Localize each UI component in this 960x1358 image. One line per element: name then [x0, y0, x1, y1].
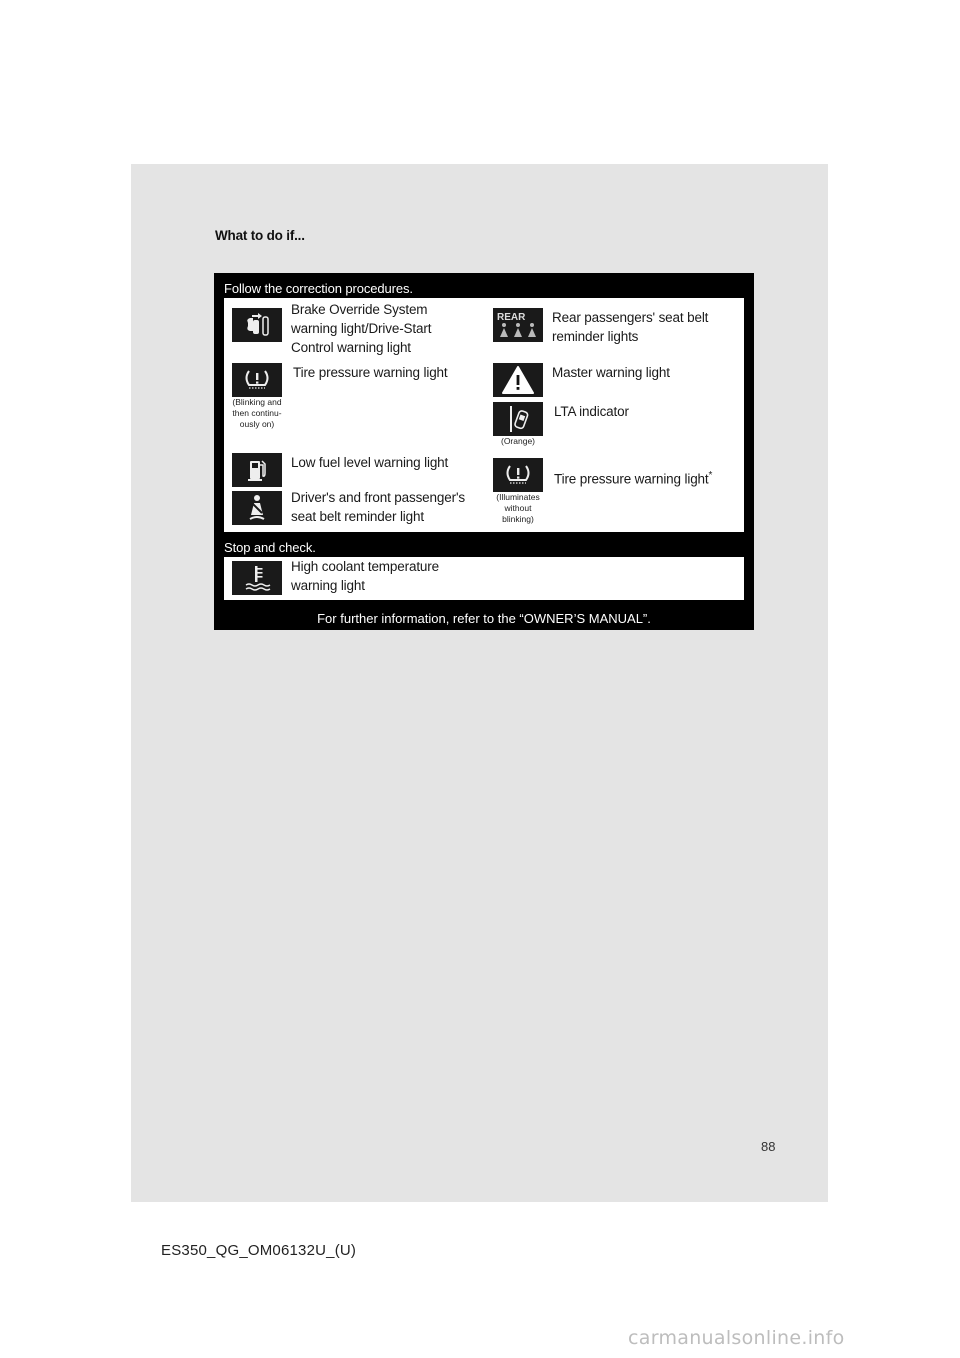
list-item-rear-seatbelt: REAR Rear passengers' seat belt reminder…: [493, 308, 732, 346]
rear-seatbelt-icon: REAR: [493, 308, 543, 342]
list-item-seatbelt: Driver's and front passenger's seat belt…: [232, 490, 471, 526]
item-label: Low fuel level warning light: [291, 455, 449, 470]
list-item-lta: (Orange) LTA indicator: [493, 402, 734, 447]
list-item-tire-pressure-steady: (Illuminates without blinking) Tire pres…: [493, 458, 734, 525]
item-label: Brake Override System warning light/Driv…: [291, 302, 432, 355]
icon-note: (Orange): [500, 436, 535, 446]
icon-note: (Illuminates without blinking): [496, 492, 540, 524]
stop-box: High coolant temperature warning light: [224, 557, 744, 600]
tire-pressure-icon: [493, 458, 543, 492]
stop-heading: Stop and check.: [224, 540, 316, 555]
page-number: 88: [761, 1139, 776, 1154]
list-item-master-warning: Master warning light: [493, 363, 732, 397]
master-warning-icon: [493, 363, 543, 397]
item-label: High coolant temperature warning light: [291, 559, 439, 593]
warning-lights-panel: Follow the correction procedures. Brake …: [214, 273, 754, 630]
list-item-brake-override: Brake Override System warning light/Driv…: [232, 302, 471, 357]
item-label-text: Tire pressure warning light: [554, 471, 709, 487]
document-code: ES350_QG_OM06132U_(U): [161, 1242, 357, 1259]
item-label: Tire pressure warning light*: [554, 466, 734, 489]
watermark: carmanualsonline.info: [628, 1327, 845, 1349]
list-item-low-fuel: Low fuel level warning light: [232, 453, 471, 487]
item-label: Rear passengers' seat belt reminder ligh…: [552, 310, 709, 344]
item-label: Driver's and front passenger's seat belt…: [291, 490, 465, 524]
low-fuel-icon: [232, 453, 282, 487]
owners-manual-note: For further information, refer to the “O…: [317, 611, 651, 626]
seatbelt-icon: [232, 491, 282, 525]
icon-note: (Blinking and then continu-ously on): [232, 397, 282, 429]
list-item-coolant: High coolant temperature warning light: [232, 559, 471, 595]
item-label: LTA indicator: [554, 404, 629, 419]
list-item-tire-pressure-blinking: (Blinking and then continu-ously on) Tir…: [232, 363, 473, 430]
brake-override-icon: [232, 308, 282, 342]
item-label: Master warning light: [552, 365, 670, 380]
correction-box: Brake Override System warning light/Driv…: [224, 298, 744, 532]
item-label: Tire pressure warning light: [293, 365, 448, 380]
coolant-temp-icon: [232, 561, 282, 595]
lta-icon: [493, 402, 543, 436]
tire-pressure-icon: [232, 363, 282, 397]
svg-text:REAR: REAR: [497, 312, 526, 323]
correction-heading: Follow the correction procedures.: [224, 281, 413, 296]
footnote-marker: *: [708, 470, 713, 481]
section-title: What to do if...: [215, 228, 305, 243]
